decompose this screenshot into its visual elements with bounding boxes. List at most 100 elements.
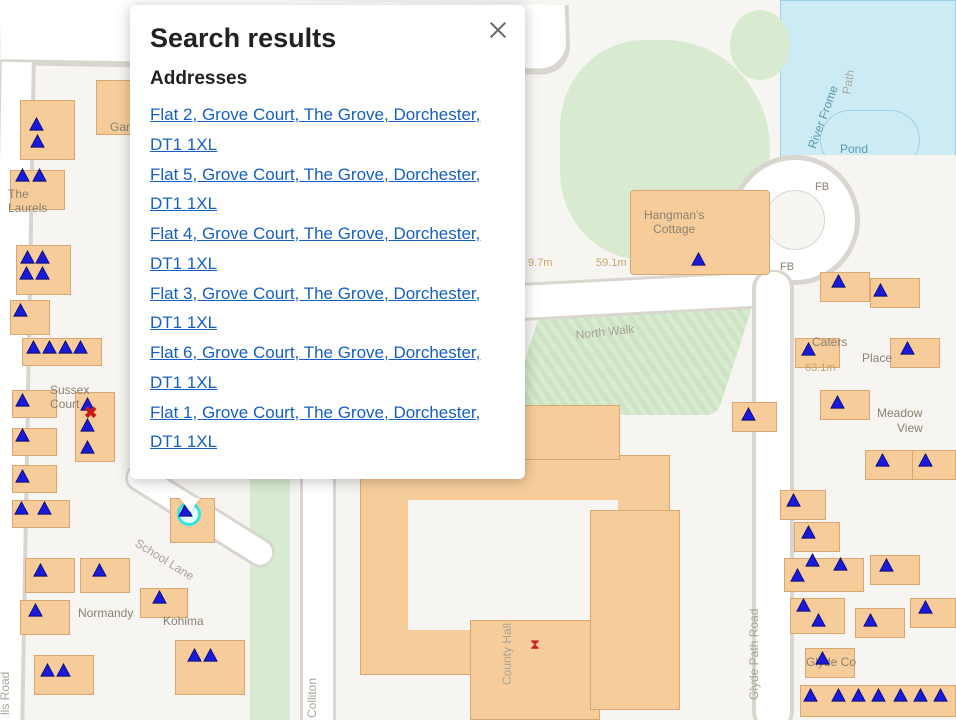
map-marker[interactable]	[873, 283, 888, 298]
label-fb1: FB	[815, 181, 829, 193]
map-marker[interactable]	[187, 648, 202, 663]
map-marker[interactable]	[15, 428, 30, 443]
map-marker[interactable]	[19, 266, 34, 281]
address-result-link[interactable]: Flat 6, Grove Court, The Grove, Dorchest…	[150, 338, 505, 398]
label-school-lane: School Lane	[133, 536, 197, 583]
map-marker[interactable]	[15, 393, 30, 408]
map-marker[interactable]	[37, 501, 52, 516]
label-caters: Caters	[812, 335, 847, 349]
label-kohima: Kohima	[163, 614, 204, 628]
map-marker[interactable]	[900, 341, 915, 356]
map-marker[interactable]	[790, 568, 805, 583]
address-result-link[interactable]: Flat 3, Grove Court, The Grove, Dorchest…	[150, 279, 505, 339]
map-marker[interactable]	[40, 663, 55, 678]
map-marker[interactable]	[831, 688, 846, 703]
label-hangmans: Hangman's Cottage	[644, 208, 704, 236]
map-marker[interactable]	[92, 563, 107, 578]
label-the-laurels: The Laurels	[8, 187, 47, 215]
map-marker[interactable]	[203, 648, 218, 663]
map-marker[interactable]	[830, 395, 845, 410]
address-result-link[interactable]: Flat 4, Grove Court, The Grove, Dorchest…	[150, 219, 505, 279]
label-glyde-co: Glyde Co	[806, 655, 856, 669]
map-marker[interactable]	[14, 501, 29, 516]
map-marker[interactable]	[879, 558, 894, 573]
map-marker[interactable]	[811, 613, 826, 628]
map-marker[interactable]	[35, 250, 50, 265]
map-marker[interactable]	[801, 525, 816, 540]
label-pond: Pond	[840, 142, 868, 156]
label-meadow: Meadow	[877, 406, 922, 420]
label-place: Place	[862, 351, 892, 365]
map-marker[interactable]	[801, 342, 816, 357]
map-marker[interactable]	[26, 340, 41, 355]
map-marker[interactable]	[15, 469, 30, 484]
map-canvas[interactable]: Hangman's Cottage Pond FB FB Caters Plac…	[0, 0, 956, 720]
map-marker[interactable]	[28, 603, 43, 618]
roundabout-island	[765, 190, 825, 250]
map-marker[interactable]	[933, 688, 948, 703]
map-marker[interactable]	[875, 453, 890, 468]
bldg-r15	[910, 598, 956, 628]
address-result-link[interactable]: Flat 5, Grove Court, The Grove, Dorchest…	[150, 160, 505, 220]
label-fb2: FB	[780, 261, 794, 273]
map-marker[interactable]	[741, 407, 756, 422]
map-marker[interactable]	[913, 688, 928, 703]
map-marker[interactable]	[56, 663, 71, 678]
map-marker[interactable]	[918, 600, 933, 615]
bldg-r5	[820, 390, 870, 420]
popup-subtitle: Addresses	[150, 68, 505, 90]
label-elev-97: 9.7m	[528, 257, 552, 269]
address-result-link[interactable]: Flat 1, Grove Court, The Grove, Dorchest…	[150, 398, 505, 458]
green-strip	[250, 460, 290, 720]
map-marker[interactable]	[30, 134, 45, 149]
hourglass-marker[interactable]	[530, 636, 544, 652]
label-elev-631: 63.1m	[805, 362, 836, 374]
map-marker[interactable]	[796, 598, 811, 613]
map-marker[interactable]	[803, 688, 818, 703]
map-marker[interactable]	[805, 553, 820, 568]
map-marker[interactable]	[786, 493, 801, 508]
map-marker[interactable]	[20, 250, 35, 265]
close-icon	[487, 19, 509, 41]
map-marker[interactable]	[871, 688, 886, 703]
close-button[interactable]	[487, 19, 511, 43]
map-marker[interactable]	[35, 266, 50, 281]
label-normandy: Normandy	[78, 606, 133, 620]
label-view: View	[897, 421, 923, 435]
label-county-hall: County Hall	[500, 623, 514, 685]
map-marker[interactable]	[152, 590, 167, 605]
map-marker[interactable]	[32, 168, 47, 183]
map-marker[interactable]	[851, 688, 866, 703]
map-marker[interactable]	[691, 252, 706, 267]
bldg-r12	[870, 555, 920, 585]
green-top2	[730, 10, 790, 80]
label-glyde-path-road: Glyde Path Road	[747, 609, 761, 700]
map-marker[interactable]	[13, 303, 28, 318]
popup-title: Search results	[150, 23, 505, 54]
x-marker[interactable]: ✖	[84, 407, 97, 421]
map-marker[interactable]	[80, 440, 95, 455]
map-marker[interactable]	[833, 557, 848, 572]
county-hall-wing1	[470, 620, 600, 720]
search-results-popup: Search results Addresses Flat 2, Grove C…	[130, 5, 525, 479]
map-marker[interactable]	[918, 453, 933, 468]
map-marker[interactable]	[29, 117, 44, 132]
bldg-r7	[865, 450, 915, 480]
map-marker[interactable]	[33, 563, 48, 578]
map-marker[interactable]	[42, 340, 57, 355]
address-list: Flat 2, Grove Court, The Grove, Dorchest…	[150, 100, 505, 457]
map-marker[interactable]	[831, 274, 846, 289]
label-colliton: Colliton	[305, 678, 319, 718]
county-hall-courtyard	[408, 500, 618, 630]
address-result-link[interactable]: Flat 2, Grove Court, The Grove, Dorchest…	[150, 100, 505, 160]
label-elev-591: 59.1m	[596, 257, 627, 269]
label-lls-road: lls Road	[0, 672, 12, 715]
label-gar: Gar	[110, 120, 130, 134]
map-marker[interactable]	[815, 651, 830, 666]
map-marker[interactable]	[58, 340, 73, 355]
map-marker[interactable]	[863, 613, 878, 628]
popup-pointer	[180, 498, 200, 512]
map-marker[interactable]	[893, 688, 908, 703]
map-marker[interactable]	[15, 168, 30, 183]
map-marker[interactable]	[73, 340, 88, 355]
